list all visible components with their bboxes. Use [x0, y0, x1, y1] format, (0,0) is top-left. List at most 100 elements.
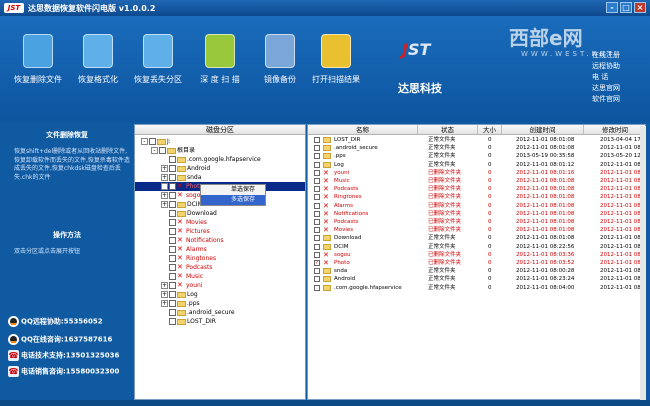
recover-format-button[interactable]: 恢复格式化	[68, 30, 128, 108]
table-row[interactable]: .pps 正常文件夹 0 2013-05-19 00:35:58 2013-05-20 …	[308, 152, 645, 160]
table-row[interactable]: Log 正常文件夹 0 2012-11-01 08:01:12 2012-11-01 0…	[308, 161, 645, 169]
row-checkbox[interactable]	[314, 137, 320, 143]
tree-node[interactable]: .android_secure	[161, 308, 235, 317]
tree-node[interactable]: ✕ Music	[161, 272, 203, 281]
image-backup-button[interactable]: 镜像备份	[250, 30, 310, 108]
expand-toggle-icon[interactable]: +	[161, 165, 168, 172]
list-scrollbar[interactable]	[640, 126, 646, 400]
row-checkbox[interactable]	[314, 251, 320, 258]
table-row[interactable]: Android 正常文件夹 0 2012-11-01 08:23:24 2012-11-…	[308, 275, 645, 283]
link-register[interactable]: 在线注册	[592, 50, 650, 61]
table-row[interactable]: ✓ ✕ Photo 已删除文件夹 0 2012-11-01 08:03:52 2012-11…	[308, 259, 645, 267]
link-dasi-site[interactable]: 达思官网	[592, 83, 650, 94]
tree-checkbox[interactable]	[169, 264, 176, 271]
row-checkbox[interactable]	[314, 194, 320, 201]
expand-toggle-icon[interactable]: +	[161, 300, 168, 307]
row-checkbox[interactable]	[314, 186, 320, 193]
tree-checkbox[interactable]	[169, 282, 176, 289]
menu-single-save[interactable]: 单选保存	[201, 185, 265, 195]
expand-toggle-icon[interactable]: -	[141, 138, 148, 145]
table-row[interactable]: ✕ sogou 已删除文件夹 0 2012-11-01 08:03:36 2012-11-…	[308, 251, 645, 259]
tree-node[interactable]: ✕ Notifications	[161, 236, 224, 245]
deep-scan-button[interactable]: 深 度 扫 描	[190, 30, 250, 108]
expand-toggle-icon[interactable]: +	[161, 183, 168, 190]
column-header[interactable]: 创建时间	[502, 125, 584, 135]
tree-checkbox[interactable]	[169, 201, 176, 208]
tree-checkbox[interactable]	[169, 309, 176, 316]
row-checkbox[interactable]	[314, 145, 320, 152]
expand-toggle-icon[interactable]: +	[161, 291, 168, 298]
expand-toggle-icon[interactable]: +	[161, 282, 168, 289]
link-remote[interactable]: 远程协助	[592, 61, 650, 72]
tree-checkbox[interactable]	[159, 147, 166, 154]
tree-node[interactable]: + Android	[161, 164, 210, 173]
row-checkbox[interactable]	[314, 161, 320, 168]
link-software-site[interactable]: 软件官网	[592, 94, 650, 105]
table-row[interactable]: ✕ Ringtones 已删除文件夹 0 2012-11-01 08:01:08 2012…	[308, 193, 645, 201]
table-row[interactable]: ✕ Music 已删除文件夹 0 2012-11-01 08:01:08 2012-11-…	[308, 177, 645, 185]
column-header[interactable]: 修改时间	[584, 125, 645, 135]
tree-node[interactable]: + snda	[161, 173, 201, 182]
column-header[interactable]: 大小	[478, 125, 502, 135]
table-row[interactable]: ✕ Movies 已删除文件夹 0 2012-11-01 08:01:08 2012-11…	[308, 226, 645, 234]
table-row[interactable]: .android_secure 正常文件夹 0 2012-11-01 08:01:08…	[308, 144, 645, 152]
minimize-button[interactable]: -	[606, 2, 618, 13]
tree-checkbox[interactable]	[169, 165, 176, 172]
tree-node[interactable]: + ✕ sogou	[161, 191, 204, 200]
tree-node[interactable]: ✕ Ringtones	[161, 254, 216, 263]
table-row[interactable]: ✕ Notifications 已删除文件夹 0 2012-11-01 08:01:08…	[308, 210, 645, 218]
row-checkbox[interactable]: ✓	[314, 260, 320, 266]
row-checkbox[interactable]	[314, 243, 320, 250]
row-checkbox[interactable]	[314, 169, 320, 176]
table-row[interactable]: LOST_DIR 正常文件夹 0 2012-11-01 08:01:08 2013-04…	[308, 136, 645, 144]
tree-node[interactable]: ✕ Alarms	[161, 245, 207, 254]
column-header[interactable]: 名称	[308, 125, 418, 135]
tree-node[interactable]: + .pps	[161, 299, 200, 308]
row-checkbox[interactable]	[314, 276, 320, 283]
link-phone[interactable]: 电 话	[592, 72, 650, 83]
tree-checkbox[interactable]	[149, 138, 156, 145]
tree-checkbox[interactable]	[169, 300, 176, 307]
tree-checkbox[interactable]: ✓	[169, 183, 176, 190]
row-checkbox[interactable]	[314, 202, 320, 209]
row-checkbox[interactable]	[314, 210, 320, 217]
table-row[interactable]: snda 正常文件夹 0 2012-11-01 08:00:28 2012-11-01 …	[308, 267, 645, 275]
tree-node[interactable]: + ✕ youni	[161, 281, 203, 290]
row-checkbox[interactable]	[314, 268, 320, 275]
tree-node[interactable]: - J:	[141, 137, 171, 146]
expand-toggle-icon[interactable]: +	[161, 192, 168, 199]
table-row[interactable]: ✕ youni 已删除文件夹 0 2012-11-01 08:01:16 2012-11-…	[308, 169, 645, 177]
tree-checkbox[interactable]	[169, 228, 176, 235]
table-row[interactable]: DCIM 正常文件夹 0 2012-11-01 08:22:56 2012-11-01 …	[308, 243, 645, 251]
tree-checkbox[interactable]	[169, 318, 176, 325]
tree-checkbox[interactable]	[169, 291, 176, 298]
row-checkbox[interactable]	[314, 219, 320, 225]
row-checkbox[interactable]	[314, 178, 320, 184]
row-checkbox[interactable]	[314, 227, 320, 234]
tree-node[interactable]: ✕ Podcasts	[161, 263, 212, 272]
tree-checkbox[interactable]	[169, 219, 176, 226]
table-row[interactable]: .com.google.hfapservice 正常文件夹 0 2012-11-01 …	[308, 284, 645, 292]
tree-node[interactable]: + Log	[161, 290, 198, 299]
tree-node[interactable]: + DCIM	[161, 200, 203, 209]
open-scan-result-button[interactable]: 打开扫描结果	[306, 30, 366, 108]
row-checkbox[interactable]	[314, 235, 320, 242]
expand-toggle-icon[interactable]: -	[151, 147, 158, 154]
maximize-button[interactable]: □	[620, 2, 632, 13]
tree-checkbox[interactable]	[169, 273, 176, 280]
table-row[interactable]: Download 正常文件夹 0 2012-11-01 08:01:08 2012-11…	[308, 234, 645, 242]
tree-checkbox[interactable]	[169, 210, 176, 217]
tree-checkbox[interactable]	[169, 174, 176, 181]
table-row[interactable]: ✕ Podcasts 已删除文件夹 0 2012-11-01 08:01:08 2012-…	[308, 218, 645, 226]
expand-toggle-icon[interactable]: +	[161, 174, 168, 181]
tree-checkbox[interactable]	[169, 156, 176, 163]
tree-node[interactable]: ✕ Pictures	[161, 227, 210, 236]
tree-node[interactable]: Download	[161, 209, 217, 218]
menu-multi-save[interactable]: 多选保存	[201, 195, 265, 205]
row-checkbox[interactable]	[314, 153, 320, 160]
recover-deleted-button[interactable]: 恢复删除文件	[8, 30, 68, 108]
tree-checkbox[interactable]	[169, 255, 176, 262]
tree-checkbox[interactable]	[169, 237, 176, 244]
tree-checkbox[interactable]	[169, 246, 176, 253]
column-header[interactable]: 状态	[418, 125, 478, 135]
